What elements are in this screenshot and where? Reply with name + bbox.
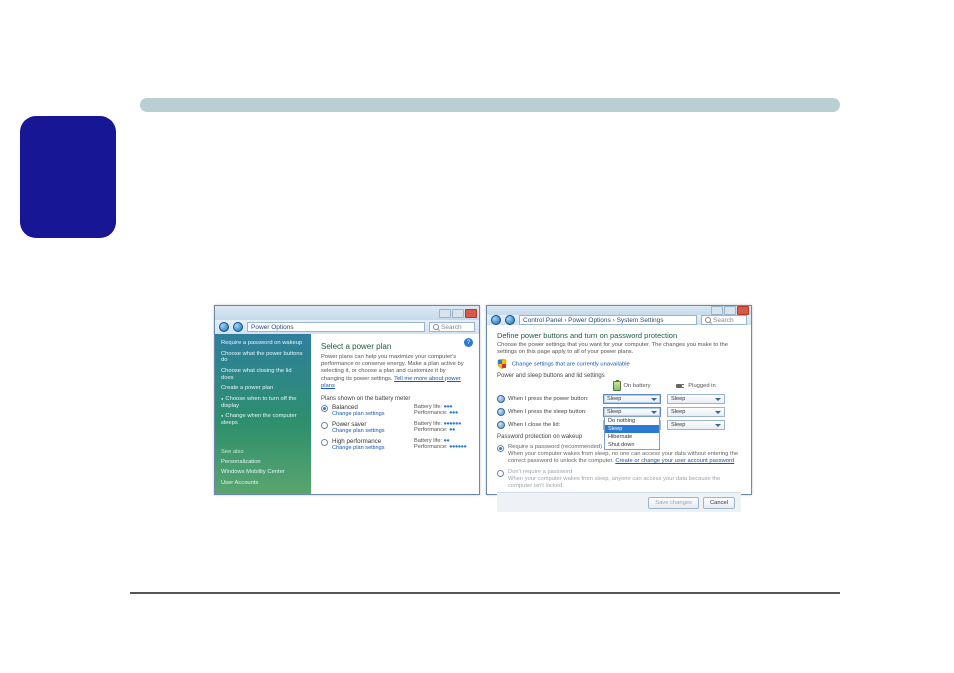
cancel-button[interactable]: Cancel (703, 497, 735, 509)
row-sleep-button: When I press the sleep button: (497, 408, 597, 416)
search-input[interactable]: Search (701, 315, 747, 325)
sidebar-link-computer-sleeps[interactable]: Change when the computer sleeps (221, 413, 305, 426)
plans-header: Plans shown on the battery meter (321, 396, 469, 402)
titlebar (215, 306, 479, 320)
breadcrumb-text: Control Panel › Power Options › System S… (523, 317, 664, 324)
col-on-battery: On battery (603, 381, 661, 391)
minimize-button[interactable] (711, 306, 723, 315)
page-footer-rule (130, 592, 840, 594)
sidebar-link-closing-lid[interactable]: Choose what closing the lid does (221, 368, 305, 381)
forward-button[interactable] (233, 322, 243, 332)
save-button[interactable]: Save changes (648, 497, 699, 509)
dropdown-option[interactable]: Sleep (605, 425, 659, 433)
maximize-button[interactable] (724, 306, 736, 315)
see-also-mobility-center[interactable]: Windows Mobility Center (221, 469, 305, 476)
sidebar-link-create-plan[interactable]: Create a power plan (221, 385, 305, 392)
sidebar-link-turn-off-display[interactable]: Choose when to turn off the display (221, 396, 305, 409)
close-button[interactable] (465, 309, 477, 318)
main-content: Define power buttons and turn on passwor… (487, 325, 751, 512)
sidebar-link-power-buttons[interactable]: Choose what the power buttons do (221, 351, 305, 364)
create-change-password-link[interactable]: Create or change your user account passw… (615, 458, 734, 464)
breadcrumb[interactable]: Control Panel › Power Options › System S… (519, 315, 697, 325)
see-also-user-accounts[interactable]: User Accounts (221, 480, 305, 487)
lid-icon (497, 421, 505, 429)
page-title: Define power buttons and turn on passwor… (497, 331, 741, 340)
address-bar: Control Panel › Power Options › System S… (487, 315, 751, 325)
sidebar-link-require-password[interactable]: Require a password on wakeup (221, 340, 305, 347)
window-system-settings: Control Panel › Power Options › System S… (486, 305, 752, 495)
page-description: Power plans can help you maximize your c… (321, 354, 469, 390)
plan-high-performance[interactable]: High performance Change plan settings Ba… (321, 438, 469, 451)
change-plan-link[interactable]: Change plan settings (332, 411, 410, 417)
address-bar: Power Options Search (215, 320, 479, 334)
breadcrumb-text: Power Options (251, 324, 294, 331)
search-icon (705, 317, 711, 323)
row-power-button: When I press the power button: (497, 395, 597, 403)
radio-no-password (497, 470, 504, 477)
radio-high-performance[interactable] (321, 439, 328, 446)
page-title: Select a power plan (321, 342, 469, 351)
see-also-personalization[interactable]: Personalization (221, 459, 305, 466)
power-button-icon (497, 395, 505, 403)
minimize-button[interactable] (439, 309, 451, 318)
section-buttons-lid: Power and sleep buttons and lid settings (497, 373, 741, 379)
plan-name: Balanced (332, 404, 410, 411)
plug-icon (676, 382, 686, 390)
page-description: Choose the power settings that you want … (497, 342, 741, 356)
help-icon[interactable]: ? (464, 338, 473, 347)
col-plugged-in: Plugged in (667, 382, 725, 390)
row-close-lid: When I close the lid: (497, 421, 597, 429)
titlebar (487, 306, 751, 315)
radio-power-saver[interactable] (321, 422, 328, 429)
radio-balanced[interactable] (321, 405, 328, 412)
dropdown-option[interactable]: Hibernate (605, 433, 659, 441)
unlock-settings-link[interactable]: Change settings that are currently unava… (512, 362, 630, 368)
window-power-options: Power Options Search Require a password … (214, 305, 480, 495)
dd-lid-plugged[interactable]: Sleep (667, 420, 725, 430)
forward-button[interactable] (505, 315, 515, 325)
radio-require-password[interactable] (497, 445, 504, 452)
option-title: Don't require a password (508, 469, 741, 476)
change-plan-link[interactable]: Change plan settings (332, 445, 410, 451)
sleep-button-icon (497, 408, 505, 416)
dd-sleep-button-plugged[interactable]: Sleep (667, 407, 725, 417)
page-side-badge (20, 116, 116, 238)
change-plan-link[interactable]: Change plan settings (332, 428, 410, 434)
plan-balanced[interactable]: Balanced Change plan settings Battery li… (321, 404, 469, 417)
see-also-heading: See also (221, 449, 305, 455)
breadcrumb[interactable]: Power Options (247, 322, 425, 332)
dd-power-button-plugged[interactable]: Sleep (667, 394, 725, 404)
maximize-button[interactable] (452, 309, 464, 318)
search-placeholder: Search (713, 317, 734, 324)
back-button[interactable] (491, 315, 501, 325)
dropdown-list: Do nothing Sleep Hibernate Shut down (604, 416, 660, 450)
search-placeholder: Search (441, 324, 462, 331)
main-content: ? Select a power plan Power plans can he… (311, 334, 479, 494)
dropdown-option[interactable]: Shut down (605, 441, 659, 449)
dd-power-button-battery[interactable]: Sleep (603, 394, 661, 404)
dropdown-option[interactable]: Do nothing (605, 417, 659, 425)
page-header-rule (140, 98, 840, 112)
plan-power-saver[interactable]: Power saver Change plan settings Battery… (321, 421, 469, 434)
task-sidebar: Require a password on wakeup Choose what… (215, 334, 311, 494)
search-input[interactable]: Search (429, 322, 475, 332)
search-icon (433, 324, 439, 330)
dialog-footer: Save changes Cancel (497, 492, 741, 512)
battery-icon (613, 381, 621, 391)
plan-name: Power saver (332, 421, 410, 428)
shield-icon (497, 359, 507, 369)
back-button[interactable] (219, 322, 229, 332)
plan-name: High performance (332, 438, 410, 445)
option-no-password: Don't require a password When your compu… (497, 469, 741, 490)
close-button[interactable] (737, 306, 749, 315)
dd-sleep-button-battery[interactable]: Sleep Do nothing Sleep Hibernate Shut do… (603, 407, 661, 417)
